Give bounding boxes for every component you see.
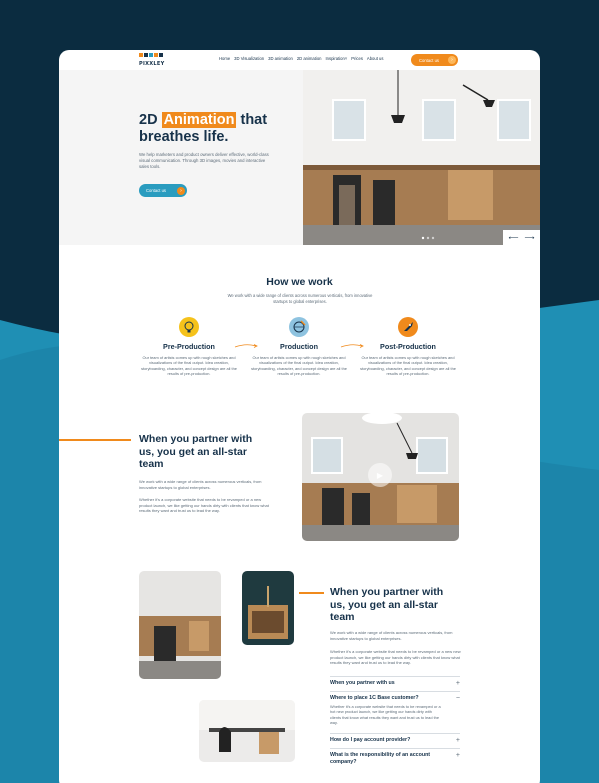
step-post-production: Post-Production Our team of artists come…	[360, 317, 456, 377]
gallery-image-sink	[242, 571, 294, 645]
nav-contact-button[interactable]: Contact us ›	[411, 54, 458, 66]
plus-icon[interactable]: +	[456, 680, 460, 687]
step-text: Our team of artists comes up with rough …	[141, 355, 237, 377]
hero-contact-button[interactable]: Contact us ›	[139, 184, 187, 197]
faq-item[interactable]: How do I pay account provider? +	[330, 733, 460, 744]
faq-question-text: Where to place 1C Base customer?	[330, 695, 419, 701]
how-we-work-title: How we work	[266, 276, 333, 288]
faq-item[interactable]: What is the responsibility of an account…	[330, 748, 460, 766]
globe-pencil-icon	[289, 317, 309, 337]
logo-text: PIXXLEY	[139, 61, 165, 67]
plus-icon[interactable]: +	[456, 737, 460, 744]
arrow-right-icon: ›	[448, 56, 456, 64]
nav-item-home[interactable]: Home	[219, 56, 230, 61]
nav-item-3d-animation[interactable]: 3D animation	[268, 56, 293, 61]
faq-question-text: What is the responsibility of an account…	[330, 752, 431, 765]
faq-question-text: When you partner with us	[330, 680, 395, 686]
faq-question: When you partner with us +	[330, 677, 460, 687]
step-title: Post-Production	[380, 342, 436, 351]
logo[interactable]: PIXXLEY	[139, 53, 169, 67]
partner-title: When you partner with us, you get an all…	[139, 433, 253, 470]
nav-item-about[interactable]: About us	[367, 56, 384, 61]
arrow-right-icon: ›	[177, 186, 185, 195]
top-navigation: PIXXLEY Home 3D Visualization 3D animati…	[59, 50, 540, 70]
lightbulb-icon	[179, 317, 199, 337]
nav-item-prices[interactable]: Prices	[351, 56, 363, 61]
hero-contact-label: Contact us	[146, 188, 167, 193]
hero-section: 2D Animation that breathes life. We help…	[59, 70, 540, 245]
nav-item-3d-visualization[interactable]: 3D Visualization	[234, 56, 264, 61]
partner-text-2: Whether it's a corporate website that ne…	[139, 497, 269, 514]
hero-kitchen-image	[303, 70, 540, 245]
step-title: Production	[280, 342, 318, 351]
slider-arrows: ⟵ ⟶	[503, 230, 540, 245]
minus-icon[interactable]: −	[456, 695, 460, 702]
step-text: Our team of artists comes up with rough …	[360, 355, 456, 377]
hero-title: 2D Animation that breathes life.	[139, 112, 289, 146]
nav-item-inspiration[interactable]: Inspiration˅	[326, 56, 348, 61]
partner-text-1: We work with a wide range of clients acr…	[330, 630, 453, 641]
faq-question-text: How do I pay account provider?	[330, 737, 411, 743]
faq-question: Where to place 1C Base customer? −	[330, 692, 460, 702]
gallery-image-kitchen	[139, 571, 221, 679]
rocket-icon	[398, 317, 418, 337]
section-divider-line	[59, 439, 131, 441]
website-card: PIXXLEY Home 3D Visualization 3D animati…	[59, 50, 540, 783]
partner-video-thumbnail[interactable]: ▶	[302, 413, 459, 541]
play-icon[interactable]: ▶	[368, 463, 392, 487]
hero-title-pre: 2D	[139, 112, 158, 128]
faq-answer: Whether it's a corporate website that ne…	[330, 704, 441, 725]
gallery-image-dining	[199, 700, 295, 762]
faq-question: What is the responsibility of an account…	[330, 749, 460, 766]
nav-contact-label: Contact us	[419, 57, 440, 63]
faq-item-expanded[interactable]: Where to place 1C Base customer? − Whethe…	[330, 691, 460, 725]
hero-title-highlight: Animation	[161, 112, 237, 128]
partner-text-1: We work with a wide range of clients acr…	[139, 479, 262, 490]
nav-item-inspiration-label: Inspiration	[325, 56, 345, 61]
section-divider-line	[299, 592, 324, 594]
partner-text-2: Whether it's a corporate website that ne…	[330, 649, 461, 666]
nav-item-2d-animation[interactable]: 2D animation	[297, 56, 322, 61]
arrow-right-icon[interactable]: ⟶	[525, 234, 535, 242]
how-we-work-subtitle: We work with a wide range of clients acr…	[227, 293, 373, 304]
partner-title: When you partner with us, you get an all…	[330, 586, 444, 623]
faq-item[interactable]: When you partner with us +	[330, 676, 460, 687]
hero-body: We help marketers and product owners del…	[139, 152, 269, 170]
faq-question: How do I pay account provider? +	[330, 734, 460, 744]
step-text: Our team of artists comes up with rough …	[251, 355, 347, 377]
step-production: Production Our team of artists comes up …	[251, 317, 347, 377]
step-pre-production: Pre-Production Our team of artists comes…	[141, 317, 237, 377]
step-title: Pre-Production	[163, 342, 215, 351]
main-menu: Home 3D Visualization 3D animation 2D an…	[219, 56, 383, 61]
arrow-left-icon[interactable]: ⟵	[508, 234, 518, 242]
plus-icon[interactable]: +	[456, 752, 460, 759]
logo-mark	[139, 53, 169, 60]
chevron-down-icon: ˅	[344, 56, 348, 61]
